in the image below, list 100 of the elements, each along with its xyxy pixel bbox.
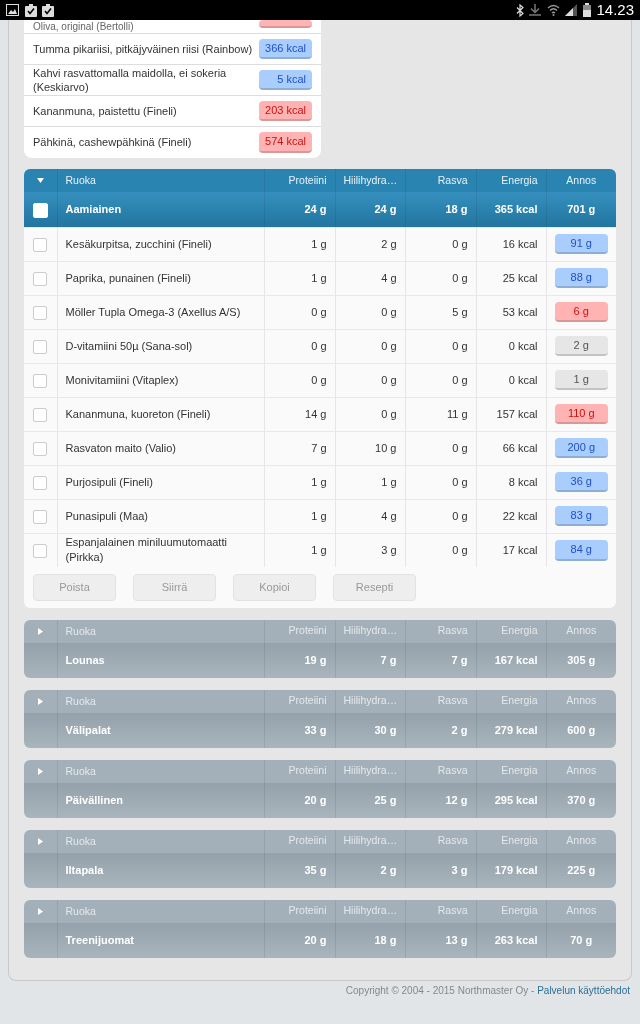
table-cell: 0 g (405, 533, 476, 567)
serving-badge[interactable]: 6 g (554, 301, 608, 323)
table-cell: 305 g (546, 642, 616, 678)
serving-badge[interactable]: 88 g (554, 267, 608, 289)
checkbox[interactable] (33, 373, 48, 388)
food-name: Kananmuna, paistettu (Fineli) (33, 103, 177, 119)
column-header[interactable]: Hiilihydra… (335, 169, 405, 192)
column-header[interactable]: Annos (546, 689, 616, 713)
column-header[interactable]: Energia (476, 619, 546, 643)
table-cell: 0 g (405, 363, 476, 397)
column-header[interactable]: Proteiini (264, 759, 335, 783)
column-header[interactable]: Proteiini (264, 619, 335, 643)
checkbox[interactable] (33, 544, 48, 559)
column-header[interactable]: Energia (476, 829, 546, 853)
caret-down-icon[interactable] (36, 177, 44, 185)
caret-right-icon[interactable] (36, 907, 44, 915)
table-cell: 263 kcal (476, 922, 546, 958)
column-header[interactable]: Ruoka (57, 689, 264, 713)
food-name: Espanjalainen miniluumutomaatti (Pirkka) (57, 533, 264, 567)
serving-badge[interactable]: 200 g (554, 437, 608, 459)
column-header[interactable]: Rasva (405, 759, 476, 783)
column-header[interactable]: Annos (546, 829, 616, 853)
column-header[interactable]: Hiilihydra… (335, 829, 405, 853)
column-header[interactable]: Rasva (405, 829, 476, 853)
serving-badge[interactable]: 2 g (554, 335, 608, 357)
food-list-item[interactable]: Oliva, original (Bertolli) (24, 20, 321, 34)
column-header[interactable]: Rasva (405, 169, 476, 192)
food-list-item[interactable]: Tumma pikariisi, pitkäjyväinen riisi (Rainbow) 366 kcal (24, 34, 321, 65)
column-header[interactable]: Energia (476, 899, 546, 923)
table-cell: 17 kcal (476, 533, 546, 567)
column-header[interactable]: Energia (476, 169, 546, 192)
column-header[interactable]: Annos (546, 759, 616, 783)
checkbox[interactable] (33, 339, 48, 354)
checkbox[interactable] (33, 271, 48, 286)
table-cell: 370 g (546, 782, 616, 818)
food-list-item[interactable]: Kananmuna, paistettu (Fineli) 203 kcal (24, 96, 321, 127)
table-cell: 600 g (546, 712, 616, 748)
column-header[interactable]: Hiilihydra… (335, 759, 405, 783)
action-button[interactable]: Poista (33, 574, 116, 601)
caret-right-icon[interactable] (36, 697, 44, 705)
table-cell: 20 g (264, 922, 335, 958)
table-cell: 4 g (335, 261, 405, 295)
clipboard-check-icon (42, 3, 54, 17)
checkbox[interactable] (33, 509, 48, 524)
serving-badge[interactable]: 84 g (554, 540, 608, 561)
column-header[interactable]: Annos (546, 619, 616, 643)
column-header[interactable]: Proteiini (264, 829, 335, 853)
column-header[interactable]: Ruoka (57, 899, 264, 923)
column-header[interactable]: Hiilihydra… (335, 619, 405, 643)
column-header[interactable]: Rasva (405, 899, 476, 923)
column-header[interactable]: Hiilihydra… (335, 899, 405, 923)
column-header[interactable]: Annos (546, 169, 616, 192)
column-header[interactable]: Energia (476, 689, 546, 713)
column-header[interactable]: Ruoka (57, 619, 264, 643)
table-cell: 24 g (264, 192, 335, 227)
meal-name: Päivällinen (57, 782, 264, 818)
checkbox[interactable] (33, 407, 48, 422)
battery-icon (582, 3, 591, 17)
food-list-item[interactable]: Pähkinä, cashewpähkinä (Fineli) 574 kcal (24, 127, 321, 158)
serving-badge[interactable]: 36 g (554, 471, 608, 493)
table-cell: 1 g (264, 533, 335, 567)
terms-link[interactable]: Palvelun käyttöehdot (537, 984, 630, 996)
action-button[interactable]: Resepti (333, 574, 416, 601)
serving-badge[interactable]: 1 g (554, 369, 608, 391)
food-name: Kesäkurpitsa, zucchini (Fineli) (57, 227, 264, 261)
serving-badge[interactable]: 83 g (554, 505, 608, 527)
table-cell: 225 g (546, 852, 616, 888)
table-cell: 0 g (405, 329, 476, 363)
meal-name: Välipalat (57, 712, 264, 748)
serving-badge[interactable]: 91 g (554, 233, 608, 255)
column-header[interactable]: Ruoka (57, 169, 264, 192)
column-header[interactable]: Energia (476, 759, 546, 783)
checkbox[interactable] (33, 305, 48, 320)
meal-name: Treenijuomat (57, 922, 264, 958)
table-cell: 3 g (405, 852, 476, 888)
column-header[interactable]: Rasva (405, 689, 476, 713)
action-button[interactable]: Kopioi (233, 574, 316, 601)
column-header[interactable]: Rasva (405, 619, 476, 643)
column-header[interactable]: Annos (546, 899, 616, 923)
checkbox[interactable] (33, 441, 48, 456)
column-header[interactable]: Proteiini (264, 689, 335, 713)
column-header[interactable]: Hiilihydra… (335, 689, 405, 713)
column-header[interactable]: Ruoka (57, 759, 264, 783)
action-button[interactable]: Siirrä (133, 574, 216, 601)
checkbox[interactable] (33, 237, 48, 252)
column-header[interactable]: Proteiini (264, 899, 335, 923)
food-list-item[interactable]: Kahvi rasvattomalla maidolla, ei sokeria (Keskiarvo) 5 kcal (24, 65, 321, 96)
column-header[interactable]: Ruoka (57, 829, 264, 853)
wifi-icon (546, 4, 560, 16)
checkbox[interactable] (33, 475, 48, 490)
caret-right-icon[interactable] (36, 767, 44, 775)
kcal-badge: 366 kcal (259, 38, 312, 60)
caret-right-icon[interactable] (36, 837, 44, 845)
column-header[interactable]: Proteiini (264, 169, 335, 192)
table-cell: 0 g (335, 329, 405, 363)
food-name: Tumma pikariisi, pitkäjyväinen riisi (Rainbow) (33, 41, 253, 57)
bluetooth-icon (515, 3, 524, 17)
serving-badge[interactable]: 110 g (554, 403, 608, 425)
caret-right-icon[interactable] (36, 627, 44, 635)
signal-icon (565, 4, 578, 16)
